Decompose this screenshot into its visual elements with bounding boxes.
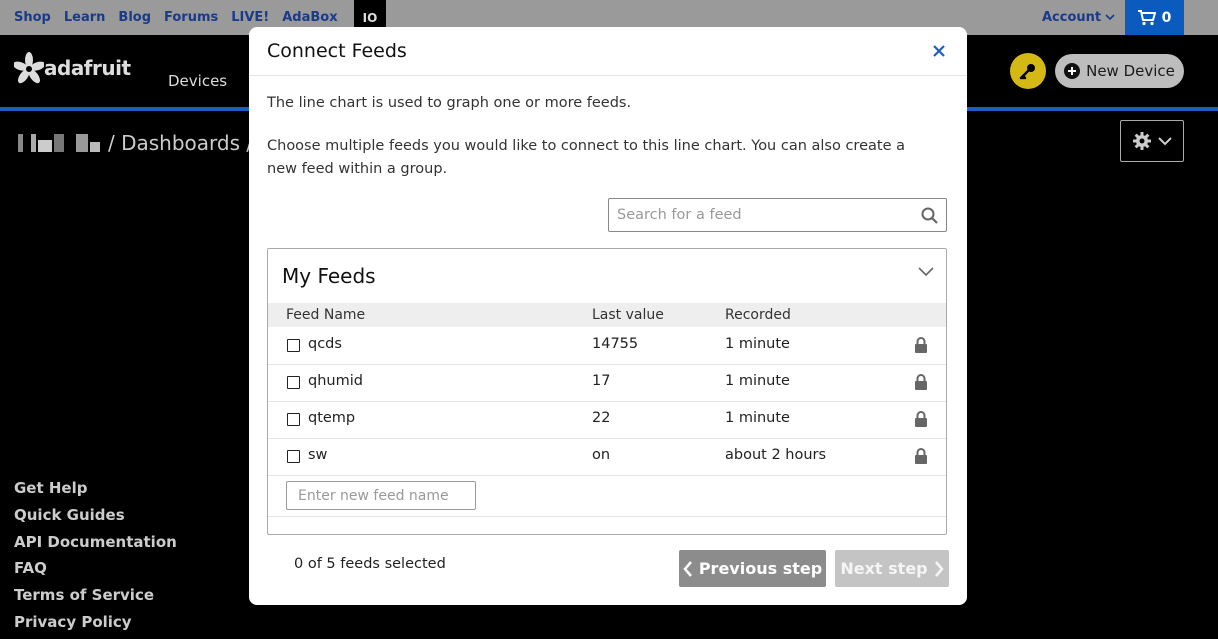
modal-instructions: Choose multiple feeds you would like to …	[267, 138, 905, 177]
nav-forums[interactable]: Forums	[164, 10, 218, 25]
nav-blog[interactable]: Blog	[118, 10, 151, 25]
table-row[interactable]: qhumid 17 1 minute	[268, 365, 946, 402]
new-device-label: New Device	[1086, 62, 1175, 80]
logo-text: adafruit	[44, 56, 131, 80]
new-device-button[interactable]: New Device	[1055, 54, 1184, 88]
feed-recorded: 1 minute	[725, 410, 790, 426]
feed-search	[608, 198, 947, 232]
footer-api-docs[interactable]: API Documentation	[14, 532, 177, 559]
chevron-right-icon	[934, 560, 944, 577]
nav-live[interactable]: LIVE!	[231, 10, 269, 25]
feed-last-value: 17	[592, 373, 611, 389]
feed-recorded: 1 minute	[725, 373, 790, 389]
lock-icon	[915, 411, 927, 427]
cart-icon	[1137, 9, 1156, 25]
modal-divider	[249, 75, 967, 76]
feed-name: qhumid	[308, 373, 363, 389]
feed-group-panel: My Feeds Feed Name Last value Recorded q…	[267, 248, 947, 535]
feed-name: sw	[308, 447, 328, 463]
feed-recorded: about 2 hours	[725, 447, 827, 463]
next-step-label: Next step	[840, 559, 928, 578]
close-icon	[933, 45, 945, 57]
account-menu[interactable]: Account	[1042, 0, 1115, 35]
feed-name: qcds	[308, 336, 342, 352]
modal-description: The line chart is used to graph one or m…	[267, 95, 632, 111]
feed-last-value: 14755	[592, 336, 639, 352]
search-icon[interactable]	[921, 207, 938, 224]
username-avatar[interactable]	[18, 134, 100, 152]
table-header: Feed Name Last value Recorded	[268, 303, 946, 327]
group-title[interactable]: My Feeds	[282, 264, 376, 288]
footer-get-help[interactable]: Get Help	[14, 478, 177, 505]
key-icon	[1019, 64, 1035, 80]
nav-shop[interactable]: Shop	[14, 10, 51, 25]
nav-devices[interactable]: Devices	[168, 72, 227, 90]
selection-count: 0 of 5 feeds selected	[294, 556, 446, 572]
footer-links: Get Help Quick Guides API Documentation …	[14, 478, 177, 639]
breadcrumb: / Dashboards /	[18, 131, 253, 155]
table-row[interactable]: sw on about 2 hours	[268, 439, 946, 476]
nav-adabox[interactable]: AdaBox	[282, 10, 337, 25]
modal-title: Connect Feeds	[267, 40, 407, 62]
cart-button[interactable]: 0	[1125, 0, 1184, 35]
plus-circle-icon	[1064, 63, 1081, 79]
col-feed-name: Feed Name	[286, 307, 366, 323]
lock-icon	[915, 337, 927, 353]
chevron-down-icon	[1105, 14, 1115, 21]
nav-learn[interactable]: Learn	[64, 10, 106, 25]
chevron-left-icon	[683, 560, 692, 577]
footer-privacy[interactable]: Privacy Policy	[14, 612, 177, 639]
col-recorded: Recorded	[725, 307, 791, 323]
cart-count: 0	[1161, 9, 1172, 26]
table-row[interactable]: qcds 14755 1 minute	[268, 328, 946, 365]
feed-recorded: 1 minute	[725, 336, 790, 352]
adafruit-logo[interactable]: adafruit	[14, 52, 131, 84]
feed-last-value: 22	[592, 410, 611, 426]
feed-checkbox[interactable]	[287, 339, 300, 352]
lock-icon	[915, 448, 927, 464]
nav-io-label: IO	[362, 10, 378, 25]
next-step-button[interactable]: Next step	[835, 550, 949, 587]
feed-name: qtemp	[308, 410, 356, 426]
chevron-down-icon[interactable]	[918, 267, 934, 277]
chevron-down-icon	[1158, 136, 1172, 145]
footer-faq[interactable]: FAQ	[14, 558, 177, 585]
lock-icon	[915, 374, 927, 390]
adafruit-flower-icon	[14, 52, 44, 84]
footer-terms[interactable]: Terms of Service	[14, 585, 177, 612]
feed-search-input[interactable]	[615, 206, 921, 224]
new-feed-input[interactable]	[296, 486, 470, 505]
previous-step-button[interactable]: Previous step	[679, 550, 826, 587]
api-key-button[interactable]	[1010, 53, 1046, 89]
feed-checkbox[interactable]	[287, 376, 300, 389]
connect-feeds-modal: Connect Feeds The line chart is used to …	[249, 27, 967, 605]
breadcrumb-dashboards[interactable]: / Dashboards /	[108, 131, 253, 155]
footer-quick-guides[interactable]: Quick Guides	[14, 505, 177, 532]
account-label: Account	[1042, 10, 1102, 25]
feed-checkbox[interactable]	[287, 450, 300, 463]
new-feed-field	[286, 481, 476, 510]
previous-step-label: Previous step	[698, 559, 823, 578]
feed-last-value: on	[592, 447, 611, 463]
gear-icon	[1133, 132, 1151, 150]
table-row[interactable]: qtemp 22 1 minute	[268, 402, 946, 439]
feed-checkbox[interactable]	[287, 413, 300, 426]
row-divider	[268, 516, 946, 517]
settings-button[interactable]	[1120, 120, 1184, 162]
col-last-value: Last value	[592, 307, 664, 323]
close-button[interactable]	[932, 41, 946, 63]
